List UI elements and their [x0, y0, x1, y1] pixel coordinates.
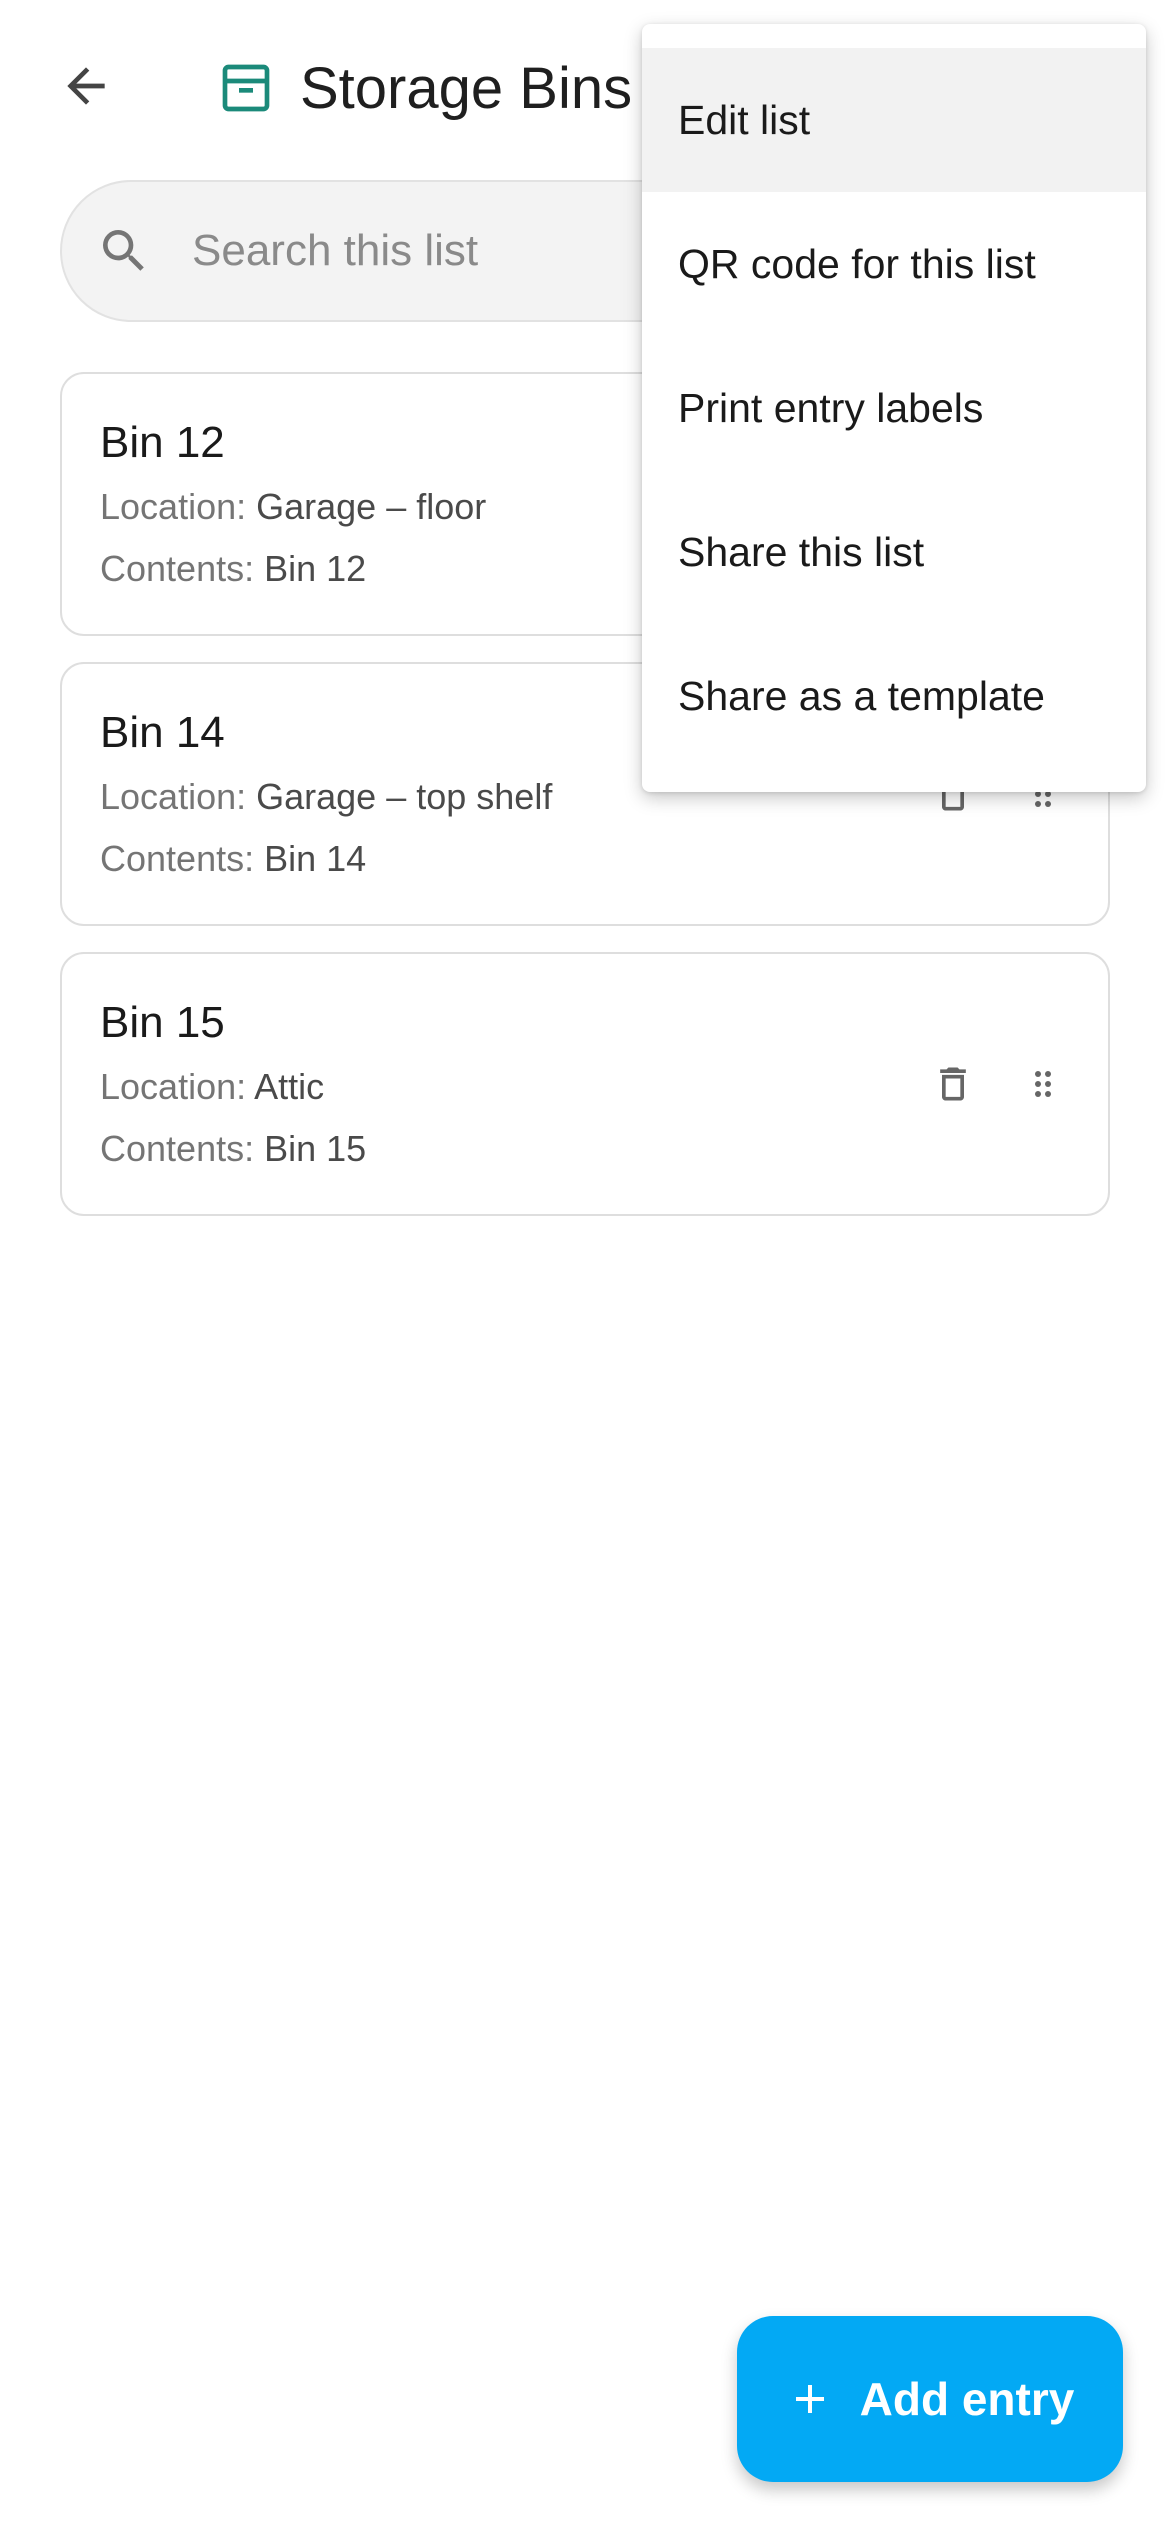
- entry-card-bin-15[interactable]: Bin 15 Location: Attic Contents: Bin 15: [60, 952, 1110, 1216]
- page-header: Storage Bins: [218, 48, 632, 128]
- plus-icon: [795, 2385, 824, 2413]
- trash-icon: [940, 1067, 966, 1101]
- entry-name: Bin 12: [100, 418, 225, 467]
- entry-location: Location: Garage – floor: [100, 486, 487, 527]
- menu-item-qr-code[interactable]: QR code for this list: [642, 192, 1146, 336]
- search-icon: [103, 230, 144, 271]
- overflow-menu: Edit list QR code for this list Print en…: [642, 24, 1146, 792]
- entry-contents: Contents: Bin 14: [100, 838, 367, 879]
- page-title: Storage Bins: [300, 55, 633, 121]
- menu-item-edit-list[interactable]: Edit list: [642, 48, 1146, 192]
- entry-location: Location: Attic: [100, 1066, 325, 1107]
- menu-item-share-template[interactable]: Share as a template: [642, 624, 1146, 768]
- entry-contents: Contents: Bin 15: [100, 1128, 367, 1169]
- delete-button[interactable]: [928, 1054, 978, 1114]
- drag-handle[interactable]: [1018, 1054, 1068, 1114]
- add-entry-button[interactable]: Add entry: [737, 2316, 1123, 2482]
- add-entry-label: Add entry: [859, 2373, 1075, 2425]
- entry-contents: Contents: Bin 12: [100, 548, 367, 589]
- drag-handle-icon: [1035, 1071, 1051, 1097]
- menu-item-print-labels[interactable]: Print entry labels: [642, 336, 1146, 480]
- arrow-back-icon: [67, 67, 105, 105]
- menu-item-share-list[interactable]: Share this list: [642, 480, 1146, 624]
- entry-name: Bin 14: [100, 708, 225, 757]
- entry-actions: [928, 1054, 1068, 1114]
- entry-name: Bin 15: [100, 998, 225, 1047]
- back-button[interactable]: [44, 44, 128, 128]
- entry-location: Location: Garage – top shelf: [100, 776, 553, 817]
- archive-box-icon: [222, 64, 270, 112]
